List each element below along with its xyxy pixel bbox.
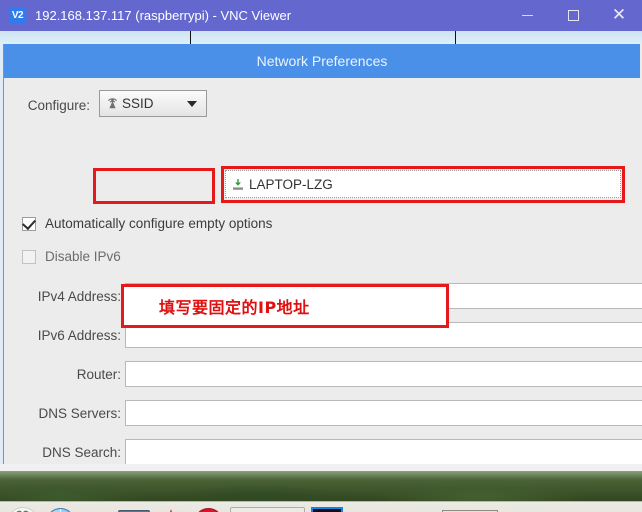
minimize-icon bbox=[521, 15, 533, 16]
file-manager-icon[interactable] bbox=[80, 506, 114, 512]
ipv4-annotation-text: 填写要固定的IP地址 bbox=[159, 298, 310, 317]
configure-type-value: SSID bbox=[122, 96, 154, 111]
vnc-viewer-window: V2 192.168.137.117 (raspberrypi) - VNC V… bbox=[0, 0, 642, 512]
raspberry-pi-menu-icon[interactable] bbox=[6, 506, 40, 512]
disable-ipv6-label: Disable IPv6 bbox=[45, 249, 121, 264]
auto-configure-checkbox-row[interactable]: Automatically configure empty options bbox=[22, 215, 273, 231]
globe-shape bbox=[45, 508, 75, 512]
remote-desktop-area: Network Preferences Configure: SSID LAPT… bbox=[0, 31, 642, 512]
router-input[interactable] bbox=[125, 361, 642, 387]
dns-servers-input[interactable] bbox=[125, 400, 642, 426]
network-preferences-dialog: Network Preferences Configure: SSID LAPT… bbox=[3, 44, 642, 512]
window-titlebar: V2 192.168.137.117 (raspberrypi) - VNC V… bbox=[0, 0, 642, 31]
web-browser-icon[interactable] bbox=[43, 506, 77, 512]
taskbar: >_ Netw bbox=[0, 501, 642, 512]
vnc-viewer-icon: V2 bbox=[9, 7, 26, 24]
desktop-wallpaper bbox=[0, 471, 642, 501]
router-label: Router: bbox=[76, 366, 121, 382]
configure-dropdown-highlight bbox=[93, 168, 215, 204]
router-row: Router: bbox=[4, 361, 642, 387]
wolfram-mathematica-icon[interactable] bbox=[154, 506, 188, 512]
configure-type-dropdown[interactable]: SSID bbox=[99, 90, 207, 117]
dns-servers-label: DNS Servers: bbox=[38, 405, 121, 421]
auto-configure-label: Automatically configure empty options bbox=[45, 216, 273, 231]
dns-search-row: DNS Search: bbox=[4, 439, 642, 465]
dialog-title: Network Preferences bbox=[256, 53, 388, 69]
dialog-header: Network Preferences bbox=[4, 44, 640, 78]
maximize-icon bbox=[567, 10, 579, 21]
terminal-icon[interactable]: >_ bbox=[117, 506, 151, 512]
chevron-down-icon bbox=[187, 101, 197, 107]
ipv6-address-label: IPv6 Address: bbox=[37, 327, 121, 343]
background-window-frame bbox=[190, 31, 456, 45]
dns-search-label: DNS Search: bbox=[42, 444, 121, 460]
dns-servers-row: DNS Servers: bbox=[4, 400, 642, 426]
auto-configure-checkbox[interactable] bbox=[22, 215, 36, 231]
wolfram-language-icon[interactable] bbox=[191, 506, 225, 512]
tray-vnc-icon[interactable]: V2 bbox=[311, 506, 344, 512]
ssid-value-text: LAPTOP-LZG bbox=[249, 176, 333, 192]
wireless-antenna-icon bbox=[105, 96, 120, 111]
configure-label: Configure: bbox=[27, 97, 90, 113]
checkmark-icon bbox=[22, 215, 36, 230]
minimize-button[interactable] bbox=[504, 0, 550, 31]
ipv4-address-label: IPv4 Address: bbox=[37, 288, 121, 304]
disable-ipv6-checkbox[interactable] bbox=[22, 249, 36, 264]
wolf-shape bbox=[193, 508, 223, 512]
ssid-value-field[interactable]: LAPTOP-LZG bbox=[225, 170, 621, 198]
disable-ipv6-checkbox-row[interactable]: Disable IPv6 bbox=[22, 249, 121, 264]
taskbar-window-button-network[interactable]: Netw... bbox=[230, 506, 306, 512]
raspberry-circle bbox=[7, 506, 39, 512]
wifi-signal-green-icon bbox=[231, 177, 245, 192]
ipv4-annotation-box: 填写要固定的IP地址 bbox=[121, 284, 449, 328]
window-title: 192.168.137.117 (raspberrypi) - VNC View… bbox=[35, 8, 292, 23]
close-button[interactable]: ✕ bbox=[596, 0, 642, 31]
close-icon: ✕ bbox=[611, 5, 627, 25]
dns-search-input[interactable] bbox=[125, 439, 642, 465]
maximize-button[interactable] bbox=[550, 0, 596, 31]
